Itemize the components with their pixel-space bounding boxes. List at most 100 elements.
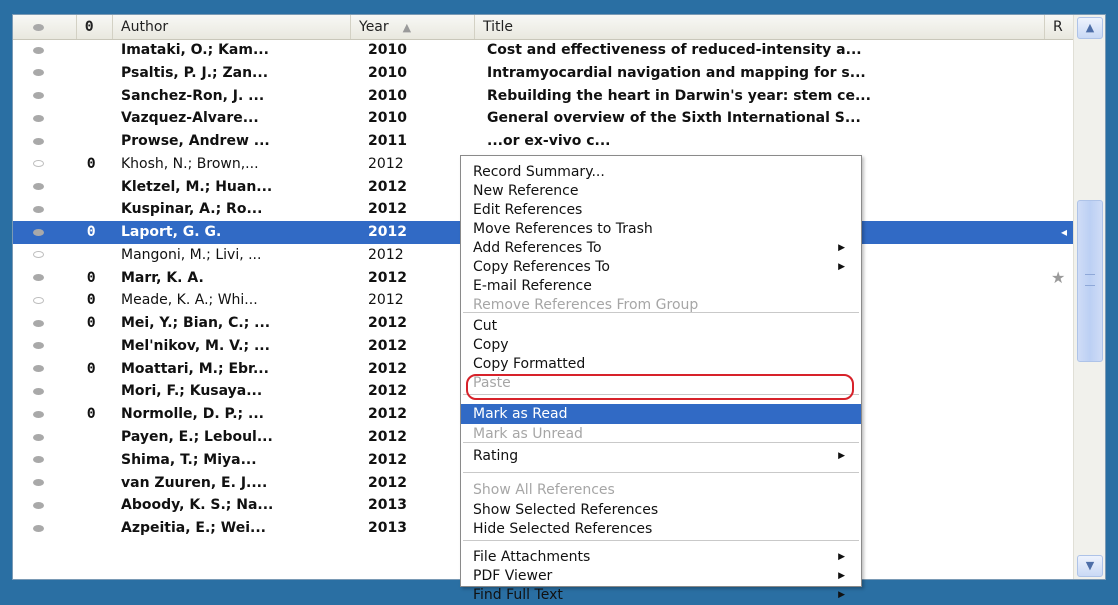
attachment-icon: Θ: [87, 315, 96, 332]
menu-item-pdf-viewer[interactable]: PDF Viewer ▶: [461, 566, 861, 586]
menu-item-mark-as-read[interactable]: Mark as Read: [461, 404, 861, 424]
year-cell: 2012: [368, 292, 404, 309]
author-cell: Moattari, M.; Ebr...: [121, 360, 269, 377]
attachment-icon: Θ: [87, 224, 96, 241]
unread-dot-icon[interactable]: [33, 85, 53, 107]
scroll-thumb[interactable]: [1077, 200, 1103, 362]
read-status-dot: [33, 137, 44, 145]
read-dot-icon[interactable]: [33, 289, 53, 311]
menu-item-new-reference[interactable]: New Reference: [461, 181, 861, 201]
scroll-down-button[interactable]: ▼: [1077, 555, 1103, 577]
unread-dot-icon[interactable]: [33, 267, 53, 289]
unread-dot-icon[interactable]: [33, 517, 53, 539]
attachment-icon: Θ: [85, 19, 94, 35]
title-cell: Cost and effectiveness of reduced-intens…: [487, 42, 862, 58]
menu-item-cut[interactable]: Cut: [461, 316, 861, 336]
year-cell: 2012: [368, 337, 407, 354]
read-status-dot: [33, 46, 44, 54]
unread-dot-icon[interactable]: [33, 130, 53, 152]
menu-item-add-references-to[interactable]: Add References To ▶: [461, 238, 861, 258]
unread-dot-icon[interactable]: [33, 39, 53, 61]
submenu-arrow-icon: ▶: [838, 590, 845, 600]
author-cell: Azpeitia, E.; Wei...: [121, 520, 266, 537]
menu-item-rating[interactable]: Rating ▶: [461, 446, 861, 466]
menu-item-edit-references[interactable]: Edit References: [461, 200, 861, 220]
year-cell: 2012: [368, 315, 407, 332]
author-cell: Aboody, K. S.; Na...: [121, 497, 274, 514]
author-column-label: Author: [121, 19, 169, 35]
submenu-arrow-icon: ▶: [838, 243, 845, 253]
year-cell: 2012: [368, 155, 404, 172]
rating-column-header[interactable]: R: [1045, 15, 1073, 39]
read-status-dot: [33, 365, 44, 373]
unread-dot-icon[interactable]: [33, 312, 53, 334]
unread-dot-icon[interactable]: [33, 472, 53, 494]
title-cell: ...or ex-vivo c...: [487, 133, 611, 150]
table-row[interactable]: Psaltis, P. J.; Zan... 2010 Intramyocardia…: [13, 62, 1073, 85]
attachment-icon: Θ: [87, 292, 96, 309]
table-row[interactable]: Sanchez-Ron, J. ... 2010 Rebuilding the he…: [13, 85, 1073, 108]
unread-dot-icon[interactable]: [33, 380, 53, 402]
unread-dot-icon[interactable]: [33, 358, 53, 380]
author-cell: Kuspinar, A.; Ro...: [121, 201, 263, 218]
table-row[interactable]: Imataki, O.; Kam... 2010 Cost and effectiv…: [13, 39, 1073, 62]
read-status-dot: [33, 69, 44, 77]
unread-dot-icon[interactable]: [33, 494, 53, 516]
menu-item-copy[interactable]: Copy: [461, 335, 861, 355]
menu-item-mark-as-unread: Mark as Unread: [461, 424, 861, 444]
unread-dot-icon[interactable]: [33, 449, 53, 471]
menu-item-copy-references-to[interactable]: Copy References To ▶: [461, 257, 861, 277]
star-icon[interactable]: ★: [1051, 267, 1071, 289]
unread-dot-icon[interactable]: [33, 221, 53, 243]
menu-item-label: File Attachments: [473, 549, 591, 565]
author-cell: Mel'nikov, M. V.; ...: [121, 337, 270, 354]
read-status-dot: [33, 296, 44, 304]
unread-dot-icon[interactable]: [33, 62, 53, 84]
menu-item-move-references-to-trash[interactable]: Move References to Trash: [461, 219, 861, 239]
author-cell: Mei, Y.; Bian, C.; ...: [121, 315, 271, 332]
submenu-arrow-icon: ▶: [838, 262, 845, 272]
menu-item-label: Copy References To: [473, 259, 610, 275]
menu-item-e-mail-reference[interactable]: E-mail Reference: [461, 276, 861, 296]
vertical-scrollbar[interactable]: ▲ ▼: [1073, 15, 1105, 579]
menu-item-record-summary[interactable]: Record Summary...: [461, 162, 861, 182]
rating-column-label: R: [1053, 19, 1063, 35]
unread-dot-icon[interactable]: [33, 107, 53, 129]
year-cell: 2010: [368, 64, 407, 81]
author-cell: Sanchez-Ron, J. ...: [121, 87, 265, 104]
author-cell: van Zuuren, E. J....: [121, 474, 268, 491]
menu-item-label: E-mail Reference: [473, 278, 592, 294]
menu-item-find-full-text[interactable]: Find Full Text ▶: [461, 585, 861, 605]
year-cell: 2012: [368, 246, 404, 263]
menu-item-label: Add References To: [473, 240, 602, 256]
read-dot-icon[interactable]: [33, 153, 53, 175]
table-row[interactable]: Prowse, Andrew ... 2011 ...or ex-vivo c...: [13, 130, 1073, 153]
attachment-column-header[interactable]: Θ: [77, 15, 113, 39]
menu-item-file-attachments[interactable]: File Attachments ▶: [461, 547, 861, 567]
menu-item-hide-selected-references[interactable]: Hide Selected References: [461, 519, 861, 539]
menu-item-copy-formatted[interactable]: Copy Formatted: [461, 354, 861, 374]
read-status-column-header[interactable]: [13, 15, 77, 39]
sort-ascending-icon: ▲: [402, 21, 412, 34]
title-column-header[interactable]: Title: [475, 15, 1045, 39]
unread-dot-icon[interactable]: [33, 335, 53, 357]
read-status-dot: [33, 160, 44, 168]
year-cell: 2010: [368, 42, 407, 58]
unread-dot-icon[interactable]: [33, 403, 53, 425]
menu-item-label: Find Full Text: [473, 587, 563, 603]
menu-item-show-selected-references[interactable]: Show Selected References: [461, 500, 861, 520]
scroll-up-button[interactable]: ▲: [1077, 17, 1103, 39]
author-cell: Meade, K. A.; Whi...: [121, 292, 258, 309]
read-dot-icon[interactable]: [33, 244, 53, 266]
read-status-dot: [33, 92, 44, 100]
unread-dot-icon[interactable]: [33, 198, 53, 220]
unread-dot-icon[interactable]: [33, 176, 53, 198]
author-cell: Prowse, Andrew ...: [121, 133, 270, 150]
year-column-header[interactable]: Year ▲: [351, 15, 475, 39]
attachment-icon: Θ: [87, 360, 96, 377]
unread-dot-icon[interactable]: [33, 426, 53, 448]
table-row[interactable]: Vazquez-Alvare... 2010 General overview of…: [13, 107, 1073, 130]
menu-item-show-all-references: Show All References: [461, 480, 861, 500]
author-column-header[interactable]: Author: [113, 15, 351, 39]
menu-item-label: Copy: [473, 337, 509, 353]
